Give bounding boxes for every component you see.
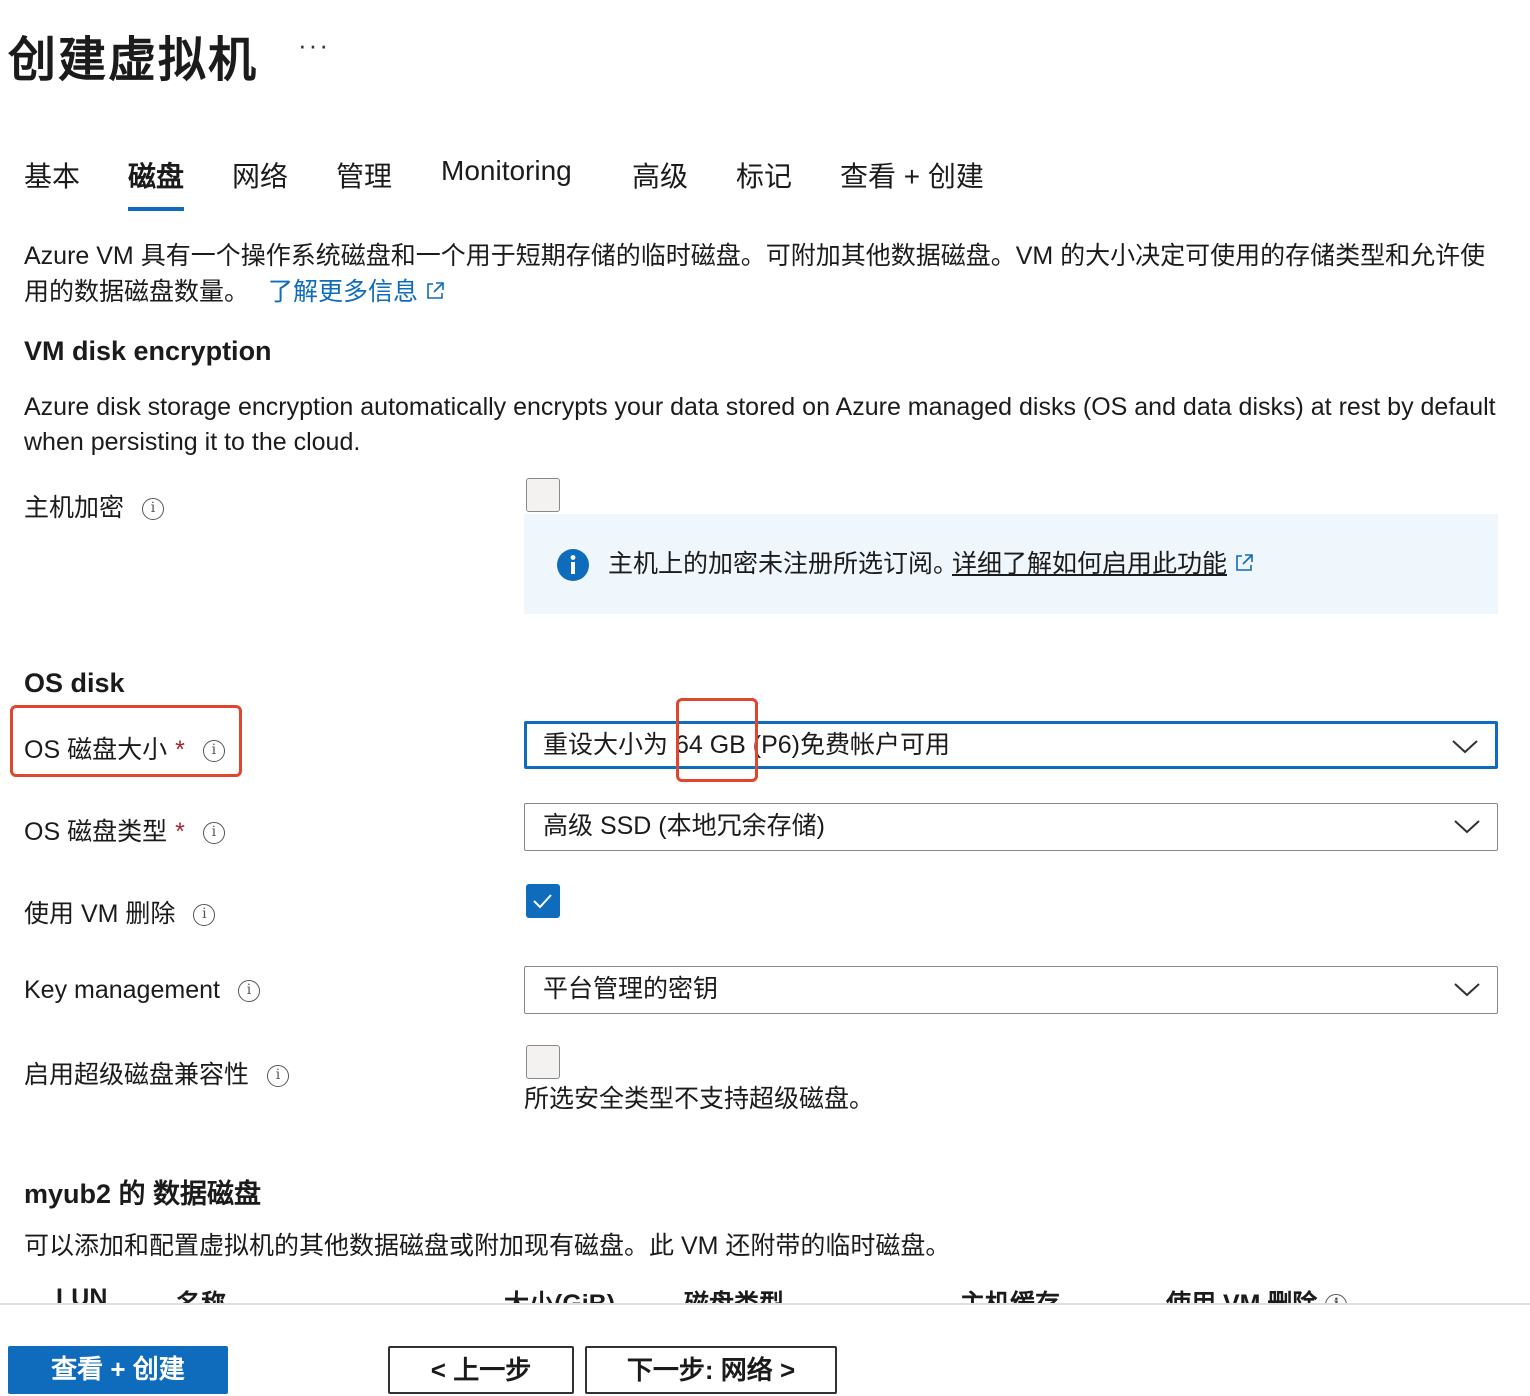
os-disk-size-label: OS 磁盘大小 * i xyxy=(24,730,225,766)
info-icon[interactable]: i xyxy=(142,498,165,521)
more-options-icon[interactable]: ··· xyxy=(298,30,330,61)
os-disk-heading: OS disk xyxy=(24,668,125,698)
intro-description: Azure VM 具有一个操作系统磁盘和一个用于短期存储的临时磁盘。可附加其他数… xyxy=(24,238,1504,310)
host-encryption-label: 主机加密 i xyxy=(24,488,165,524)
tab-disks[interactable]: 磁盘 xyxy=(128,155,184,195)
ultra-disk-note: 所选安全类型不支持超级磁盘。 xyxy=(524,1085,875,1113)
chevron-down-icon xyxy=(1454,820,1480,834)
key-management-value: 平台管理的密钥 xyxy=(543,975,719,1003)
info-icon[interactable]: i xyxy=(202,822,225,845)
info-icon[interactable]: i xyxy=(237,980,260,1003)
intro-text: Azure VM 具有一个操作系统磁盘和一个用于短期存储的临时磁盘。可附加其他数… xyxy=(24,242,1486,306)
tab-monitoring[interactable]: Monitoring xyxy=(441,155,572,187)
key-management-select[interactable]: 平台管理的密钥 xyxy=(524,966,1498,1014)
tab-bar: 基本 磁盘 网络 管理 Monitoring 高级 标记 查看 + 创建 xyxy=(0,155,1100,215)
ultra-disk-label: 启用超级磁盘兼容性 i xyxy=(24,1055,290,1091)
os-disk-size-select[interactable]: 重设大小为 64 GB (P6)免费帐户可用 xyxy=(524,721,1498,769)
checkmark-icon xyxy=(533,894,552,909)
next-networking-button[interactable]: 下一步: 网络 > xyxy=(585,1346,837,1394)
active-tab-indicator xyxy=(128,207,184,211)
external-link-icon xyxy=(1236,554,1253,571)
os-disk-type-select[interactable]: 高级 SSD (本地冗余存储) xyxy=(524,803,1498,851)
required-mark: * xyxy=(175,736,185,764)
chevron-down-icon xyxy=(1452,740,1478,754)
delete-with-vm-label: 使用 VM 删除 i xyxy=(24,894,216,930)
key-management-label: Key management i xyxy=(24,976,260,1005)
info-message-text: 主机上的加密未注册所选订阅。 xyxy=(608,550,959,578)
host-encryption-checkbox[interactable] xyxy=(526,478,560,512)
required-mark: * xyxy=(175,818,185,846)
chevron-down-icon xyxy=(1454,983,1480,997)
page-title: 创建虚拟机 xyxy=(8,34,259,87)
info-filled-icon xyxy=(557,549,589,581)
tab-networking[interactable]: 网络 xyxy=(232,155,288,195)
info-icon[interactable]: i xyxy=(193,904,216,927)
tab-advanced[interactable]: 高级 xyxy=(632,155,688,195)
tab-basics[interactable]: 基本 xyxy=(24,155,80,195)
encryption-heading: VM disk encryption xyxy=(24,336,272,366)
data-disks-heading: myub2 的 数据磁盘 xyxy=(24,1179,262,1209)
info-icon[interactable]: i xyxy=(267,1065,290,1088)
enable-feature-link[interactable]: 详细了解如何启用此功能 xyxy=(952,547,1255,582)
os-disk-type-label: OS 磁盘类型 * i xyxy=(24,812,225,848)
info-message-box: 主机上的加密未注册所选订阅。 详细了解如何启用此功能 xyxy=(524,514,1498,614)
previous-button[interactable]: < 上一步 xyxy=(388,1346,574,1394)
ultra-disk-checkbox[interactable] xyxy=(526,1045,560,1079)
encryption-description: Azure disk storage encryption automatica… xyxy=(24,393,1496,456)
tab-review-create[interactable]: 查看 + 创建 xyxy=(840,155,984,195)
highlight-box-size xyxy=(676,698,758,782)
info-icon[interactable]: i xyxy=(202,740,225,763)
tab-tags[interactable]: 标记 xyxy=(736,155,792,195)
tab-management[interactable]: 管理 xyxy=(336,155,392,195)
review-create-button[interactable]: 查看 + 创建 xyxy=(8,1346,228,1394)
learn-more-link[interactable]: 了解更多信息 xyxy=(268,278,446,306)
external-link-icon xyxy=(427,282,444,299)
os-disk-type-value: 高级 SSD (本地冗余存储) xyxy=(543,812,825,840)
delete-with-vm-checkbox[interactable] xyxy=(526,884,560,918)
data-disks-description: 可以添加和配置虚拟机的其他数据磁盘或附加现有磁盘。此 VM 还附带的临时磁盘。 xyxy=(24,1232,951,1260)
